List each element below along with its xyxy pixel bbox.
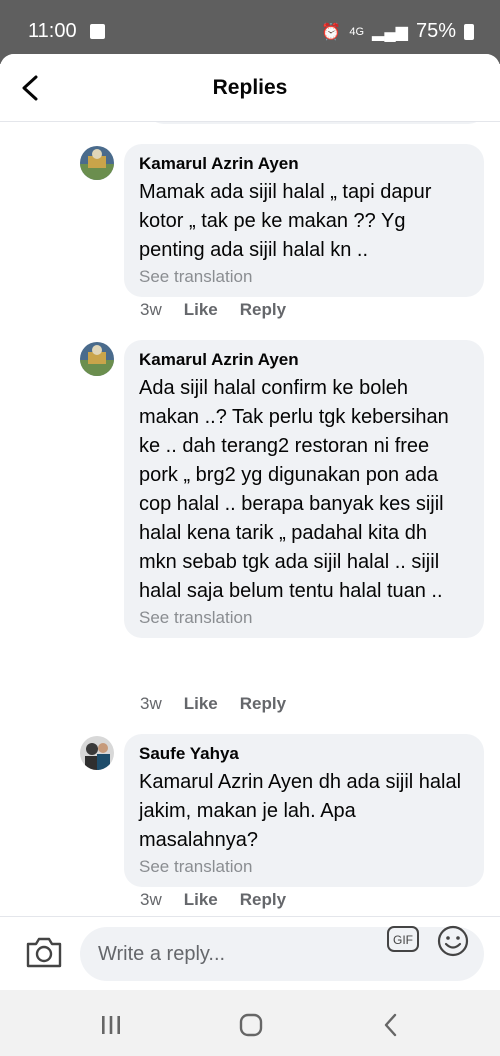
comment-time: 3w <box>140 890 162 909</box>
signal-icon: ▂▄▆ <box>372 23 408 41</box>
comment-bubble[interactable]: Kamarul Azrin Ayen Mamak ada sijil halal… <box>124 144 484 297</box>
reply-button[interactable]: Reply <box>240 694 286 714</box>
replies-sheet: Replies Kamarul Azrin Ayen Mamak ada sij… <box>0 54 500 989</box>
comment-author[interactable]: Kamarul Azrin Ayen <box>139 154 470 174</box>
comment-actions: 3w Like Reply <box>140 890 286 910</box>
page-title: Replies <box>212 76 288 99</box>
like-button[interactable]: Like <box>184 300 218 320</box>
comment-actions: 3w Like Reply <box>140 300 286 320</box>
status-time: 11:00 <box>28 20 77 42</box>
see-translation-link[interactable]: See translation <box>139 608 470 628</box>
recent-apps-icon[interactable] <box>96 1010 126 1040</box>
emoji-icon[interactable] <box>436 924 470 958</box>
status-indicators: ⏰ 4G ▂▄▆ 75% <box>321 20 474 43</box>
reply-button[interactable]: Reply <box>240 300 286 320</box>
comment-list[interactable]: Kamarul Azrin Ayen Mamak ada sijil halal… <box>0 122 500 922</box>
battery-icon <box>464 23 474 40</box>
comment-time: 3w <box>140 694 162 713</box>
see-translation-link[interactable]: See translation <box>139 267 470 287</box>
nav-back-icon[interactable] <box>376 1010 406 1040</box>
reply-input[interactable]: Write a reply... <box>80 927 484 981</box>
comment-author[interactable]: Kamarul Azrin Ayen <box>139 350 470 370</box>
avatar[interactable] <box>80 342 114 376</box>
home-icon[interactable] <box>236 1010 266 1040</box>
comment-author[interactable]: Saufe Yahya <box>139 744 470 764</box>
battery-percent: 75% <box>415 20 456 42</box>
previous-comment-bubble <box>146 122 486 124</box>
comment-text: Kamarul Azrin Ayen dh ada sijil halal ja… <box>139 771 462 851</box>
comment-text: Mamak ada sijil halal „ tapi dapur kotor… <box>139 181 432 261</box>
reply-composer: Write a reply... <box>0 916 500 990</box>
network-type: 4G <box>349 25 365 38</box>
notification-icon <box>90 24 105 39</box>
camera-icon[interactable] <box>24 935 64 969</box>
comment-bubble[interactable]: Kamarul Azrin Ayen Ada sijil halal confi… <box>124 340 484 638</box>
comment-actions: 3w Like Reply <box>140 694 286 714</box>
reply-button[interactable]: Reply <box>240 890 286 910</box>
like-button[interactable]: Like <box>184 694 218 714</box>
android-nav-bar <box>0 990 500 1056</box>
avatar[interactable] <box>80 736 114 770</box>
gif-icon[interactable]: GIF <box>386 925 420 953</box>
gif-label: GIF <box>393 933 413 947</box>
comment-time: 3w <box>140 300 162 319</box>
header: Replies <box>0 54 500 122</box>
see-translation-link[interactable]: See translation <box>139 857 470 877</box>
avatar[interactable] <box>80 146 114 180</box>
comment-text: Ada sijil halal confirm ke boleh makan .… <box>139 377 449 602</box>
comment-bubble[interactable]: Saufe Yahya Kamarul Azrin Ayen dh ada si… <box>124 734 484 887</box>
like-button[interactable]: Like <box>184 890 218 910</box>
alarm-icon: ⏰ <box>321 23 342 41</box>
